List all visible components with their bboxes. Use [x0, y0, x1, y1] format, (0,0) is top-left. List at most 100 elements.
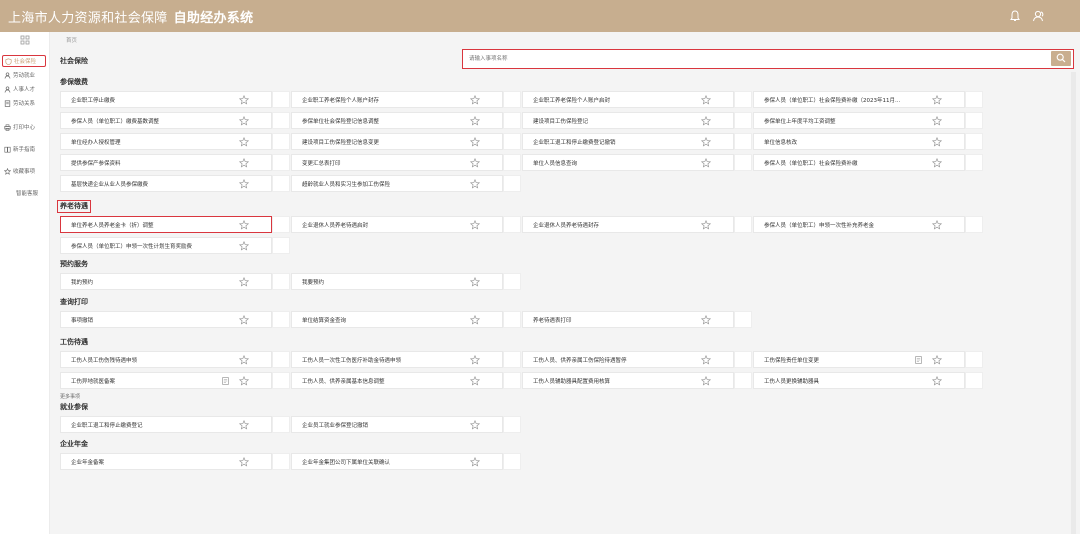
favorite-star-icon[interactable] [239, 241, 249, 251]
favorite-star-icon[interactable] [470, 116, 480, 126]
section-2: 预约服务 我的预约 我要预约 [60, 258, 1000, 294]
sidebar-item-1[interactable]: 劳动就业 [4, 69, 46, 81]
favorite-star-icon[interactable] [701, 116, 711, 126]
sidebar-item-4[interactable]: 打印中心 [4, 121, 46, 133]
service-item[interactable]: 单位经办人授权管理 [60, 133, 272, 150]
service-item[interactable]: 企业年金集团公司下属单位关联确认 [291, 453, 503, 470]
favorite-star-icon[interactable] [239, 95, 249, 105]
service-item[interactable]: 参保人员（单位职工）缴费基数调整 [60, 112, 272, 129]
service-item[interactable]: 建设项目工伤保险登记信息变更 [291, 133, 503, 150]
favorite-star-icon[interactable] [239, 457, 249, 467]
favorite-star-icon[interactable] [701, 137, 711, 147]
favorite-star-icon[interactable] [701, 95, 711, 105]
favorite-star-icon[interactable] [932, 158, 942, 168]
service-item[interactable]: 参保单位上年度平均工资调整 [753, 112, 965, 129]
service-item[interactable]: 工伤人员辅助器具配置费用核算 [522, 372, 734, 389]
favorite-star-icon[interactable] [470, 376, 480, 386]
favorite-star-icon[interactable] [932, 95, 942, 105]
service-item[interactable]: 工伤异地就医备案 [60, 372, 272, 389]
service-item[interactable]: 工伤人员工伤伤残待遇申领 [60, 351, 272, 368]
service-item[interactable]: 参保人员（单位职工）社会保险费补缴 [753, 154, 965, 171]
favorite-star-icon[interactable] [701, 355, 711, 365]
service-item[interactable]: 建设项目工伤保险登记 [522, 112, 734, 129]
service-item[interactable]: 单位信息核改 [753, 133, 965, 150]
sidebar-item-2[interactable]: 人事人才 [4, 83, 46, 95]
service-item[interactable]: 企业退休人员养老待遇启封 [291, 216, 503, 233]
breadcrumb[interactable]: 首页 [66, 36, 77, 44]
service-item[interactable]: 参保人员（单位职工）申领一次性计划生育奖励费 [60, 237, 272, 254]
favorite-star-icon[interactable] [932, 355, 942, 365]
favorite-star-icon[interactable] [932, 137, 942, 147]
search-input[interactable] [469, 53, 1029, 65]
service-item[interactable]: 企业年金备案 [60, 453, 272, 470]
document-icon[interactable] [222, 377, 229, 385]
favorite-star-icon[interactable] [239, 277, 249, 287]
sidebar-item-3[interactable]: 劳动关系 [4, 97, 46, 109]
user-icon[interactable] [1032, 9, 1046, 23]
bell-icon[interactable] [1008, 9, 1022, 23]
service-item[interactable]: 我要预约 [291, 273, 503, 290]
favorite-star-icon[interactable] [239, 220, 249, 230]
sidebar-item-7[interactable]: 智能客服 [4, 187, 46, 199]
sidebar-item-6[interactable]: 收藏事项 [4, 165, 46, 177]
favorite-star-icon[interactable] [932, 220, 942, 230]
more-items-link[interactable]: 更多事项 [60, 393, 80, 400]
favorite-star-icon[interactable] [239, 315, 249, 325]
service-item[interactable]: 企业职工退工和停止缴费登记 [60, 416, 272, 433]
service-item[interactable]: 单位结算资金查询 [291, 311, 503, 328]
favorite-star-icon[interactable] [470, 179, 480, 189]
service-item[interactable]: 企业职工停止缴费 [60, 91, 272, 108]
favorite-star-icon[interactable] [470, 277, 480, 287]
favorite-star-icon[interactable] [470, 355, 480, 365]
favorite-star-icon[interactable] [239, 376, 249, 386]
favorite-star-icon[interactable] [701, 220, 711, 230]
favorite-star-icon[interactable] [470, 420, 480, 430]
favorite-star-icon[interactable] [470, 95, 480, 105]
scrollbar[interactable] [1071, 72, 1076, 534]
favorite-star-icon[interactable] [470, 315, 480, 325]
service-item[interactable]: 参保人员（单位职工）社会保险费补缴（2023年11月... [753, 91, 965, 108]
service-item[interactable]: 工伤人员、供养亲属工伤保险待遇暂停 [522, 351, 734, 368]
service-item[interactable]: 养老待遇表打印 [522, 311, 734, 328]
favorite-star-icon[interactable] [470, 137, 480, 147]
service-item-label: 工伤人员一次性工伤医疗补助金待遇申领 [302, 358, 402, 364]
grid-menu-icon[interactable] [20, 35, 30, 45]
service-item[interactable]: 工伤人员更换辅助器具 [753, 372, 965, 389]
favorite-star-icon[interactable] [701, 158, 711, 168]
service-item[interactable]: 工伤保险责任单位变更 [753, 351, 965, 368]
service-item[interactable]: 企业退休人员养老待遇封存 [522, 216, 734, 233]
service-item[interactable]: 参保人员（单位职工）申领一次性补充养老金 [753, 216, 965, 233]
service-item[interactable]: 工伤人员、供养亲属基本信息调整 [291, 372, 503, 389]
favorite-star-icon[interactable] [239, 355, 249, 365]
favorite-star-icon[interactable] [470, 457, 480, 467]
service-item[interactable]: 参保单位社会保险登记信息调整 [291, 112, 503, 129]
service-item[interactable]: 企业职工养老保险个人账户启封 [522, 91, 734, 108]
service-item[interactable]: 事项撤销 [60, 311, 272, 328]
service-item[interactable]: 提供参保产参保资料 [60, 154, 272, 171]
favorite-star-icon[interactable] [239, 137, 249, 147]
service-item[interactable]: 工伤人员一次性工伤医疗补助金待遇申领 [291, 351, 503, 368]
service-item[interactable]: 企业职工养老保险个人账户封存 [291, 91, 503, 108]
service-item[interactable]: 基层快递企业从业人员参保缴费 [60, 175, 272, 192]
document-icon[interactable] [915, 356, 922, 364]
favorite-star-icon[interactable] [239, 158, 249, 168]
favorite-star-icon[interactable] [701, 315, 711, 325]
service-item[interactable]: 企业职工退工和停止缴费登记撤销 [522, 133, 734, 150]
service-item[interactable]: 单位养老人员养老金卡（折）调整 [60, 216, 272, 233]
sidebar-item-0[interactable]: 社会保险 [2, 55, 46, 67]
service-item[interactable]: 单位人员信息查询 [522, 154, 734, 171]
favorite-star-icon[interactable] [239, 420, 249, 430]
favorite-star-icon[interactable] [701, 376, 711, 386]
sidebar-item-5[interactable]: 新手指南 [4, 143, 46, 155]
favorite-star-icon[interactable] [470, 220, 480, 230]
service-item[interactable]: 企业员工就业参保登记撤销 [291, 416, 503, 433]
favorite-star-icon[interactable] [470, 158, 480, 168]
search-button[interactable] [1051, 51, 1071, 66]
favorite-star-icon[interactable] [932, 376, 942, 386]
service-item[interactable]: 我的预约 [60, 273, 272, 290]
service-item[interactable]: 变更汇总表打印 [291, 154, 503, 171]
favorite-star-icon[interactable] [932, 116, 942, 126]
favorite-star-icon[interactable] [239, 179, 249, 189]
service-item[interactable]: 超龄就业人员和实习生参加工伤保险 [291, 175, 503, 192]
favorite-star-icon[interactable] [239, 116, 249, 126]
